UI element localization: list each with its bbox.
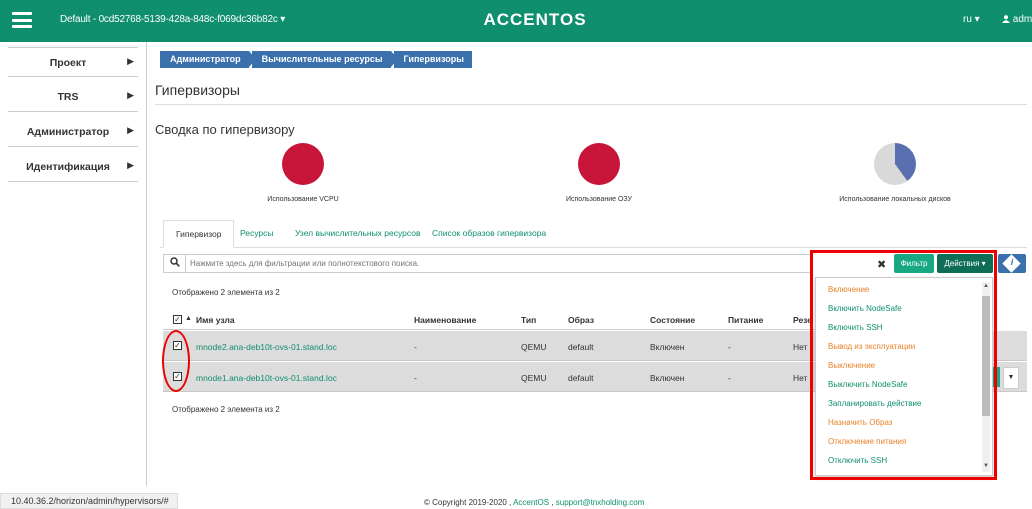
cell-name: - [414,342,417,352]
host-link[interactable]: mnode1.ana-deb10t-ovs-01.stand.loc [196,373,337,383]
table-header: ✓ ▲ Имя узла Наименование Тип Образ Сост… [163,311,823,330]
cell-reserved: Нет [793,373,808,383]
annotation-box [810,250,997,480]
divider [155,104,1027,105]
col-image[interactable]: Образ [568,315,594,325]
brand-logo: ACCENTOS [483,10,587,29]
breadcrumb-item-admin[interactable]: Администратор [160,51,256,68]
copyright: © Copyright 2019-2020 , AccentOS , suppo… [424,498,644,507]
tab-bar: Гипервизор Ресурсы Узел вычислительных р… [160,220,1027,248]
col-state[interactable]: Состояние [650,315,695,325]
ram-usage-label: Использование ОЗУ [565,196,632,203]
select-all-checkbox[interactable]: ✓ [173,315,182,324]
chevron-right-icon: ▶ [127,56,134,66]
row-action-dropdown[interactable]: ▼ [1003,367,1019,389]
sort-asc-icon: ▲ [185,315,192,322]
vcpu-usage-pie [282,143,324,185]
cell-image: default [568,342,594,352]
disk-usage-pie [874,143,916,185]
top-navbar: Default - 0cd52768-5139-428a-848c-f069dc… [0,0,1032,42]
cell-reserved: Нет [793,342,808,352]
cell-state: Включен [650,373,685,383]
sidebar-item-label: Администратор [26,126,110,138]
search-input[interactable] [190,257,790,270]
items-count-top: Отображено 2 элемента из 2 [172,288,280,297]
user-name: admin [1012,14,1032,25]
tab-hypervisor[interactable]: Гипервизор [163,220,235,248]
cell-type: QEMU [521,373,547,383]
cell-image: default [568,373,594,383]
info-button[interactable]: i [998,254,1026,273]
search-icon [164,255,186,272]
col-power[interactable]: Питание [728,315,763,325]
breadcrumb: Администратор Вычислительные ресурсы Гип… [160,51,475,68]
status-url: 10.40.36.2/horizon/admin/hypervisors/# [0,493,178,509]
tab-compute-host[interactable]: Узел вычислительных ресурсов [295,220,420,248]
sidebar-item-admin[interactable]: Администратор ▶ [8,117,138,147]
sidebar-item-project[interactable]: Проект ▶ [8,47,138,77]
cell-state: Включен [650,342,685,352]
accentos-link[interactable]: AccentOS [513,498,549,507]
breadcrumb-item-hypervisors: Гипервизоры [393,51,472,68]
items-count-bottom: Отображено 2 элемента из 2 [172,405,280,414]
cell-power: - [728,373,731,383]
col-host[interactable]: Имя узла [196,315,235,325]
user-menu[interactable]: admin [1002,14,1032,25]
col-name[interactable]: Наименование [414,315,476,325]
sidebar-item-label: Проект [49,57,87,69]
sidebar-item-trs[interactable]: TRS ▶ [8,82,138,112]
search-bar [163,254,813,273]
disk-usage-label: Использование локальных дисков [839,196,951,203]
chevron-right-icon: ▶ [127,90,134,100]
info-icon: i [1010,257,1014,267]
cell-name: - [414,373,417,383]
col-type[interactable]: Тип [521,315,536,325]
host-link[interactable]: mnode2.ana-deb10t-ovs-01.stand.loc [196,342,337,352]
chevron-right-icon: ▶ [127,160,134,170]
sidebar-item-identity[interactable]: Идентификация ▶ [8,152,138,182]
ram-usage-pie [578,143,620,185]
user-icon [1002,15,1010,23]
copyright-text: © Copyright 2019-2020 , [424,498,512,507]
copyright-separator: , [551,498,554,507]
support-email-link[interactable]: support@tnxholding.com [556,498,645,507]
language-selector[interactable]: ru ▾ [963,14,980,25]
tab-resources[interactable]: Ресурсы [240,220,274,248]
sidebar: Проект ▶ TRS ▶ Администратор ▶ Идентифик… [0,42,147,486]
page-title: Гипервизоры [155,82,240,98]
cell-power: - [728,342,731,352]
cell-type: QEMU [521,342,547,352]
breadcrumb-item-compute[interactable]: Вычислительные ресурсы [251,51,398,68]
vcpu-usage-label: Использование VCPU [267,196,339,203]
sidebar-item-label: TRS [57,91,79,103]
sidebar-item-label: Идентификация [26,161,110,173]
annotation-oval [162,330,190,392]
chevron-right-icon: ▶ [127,125,134,135]
summary-title: Сводка по гипервизору [155,122,295,137]
tab-hypervisor-images[interactable]: Список образов гипервизора [432,220,546,248]
